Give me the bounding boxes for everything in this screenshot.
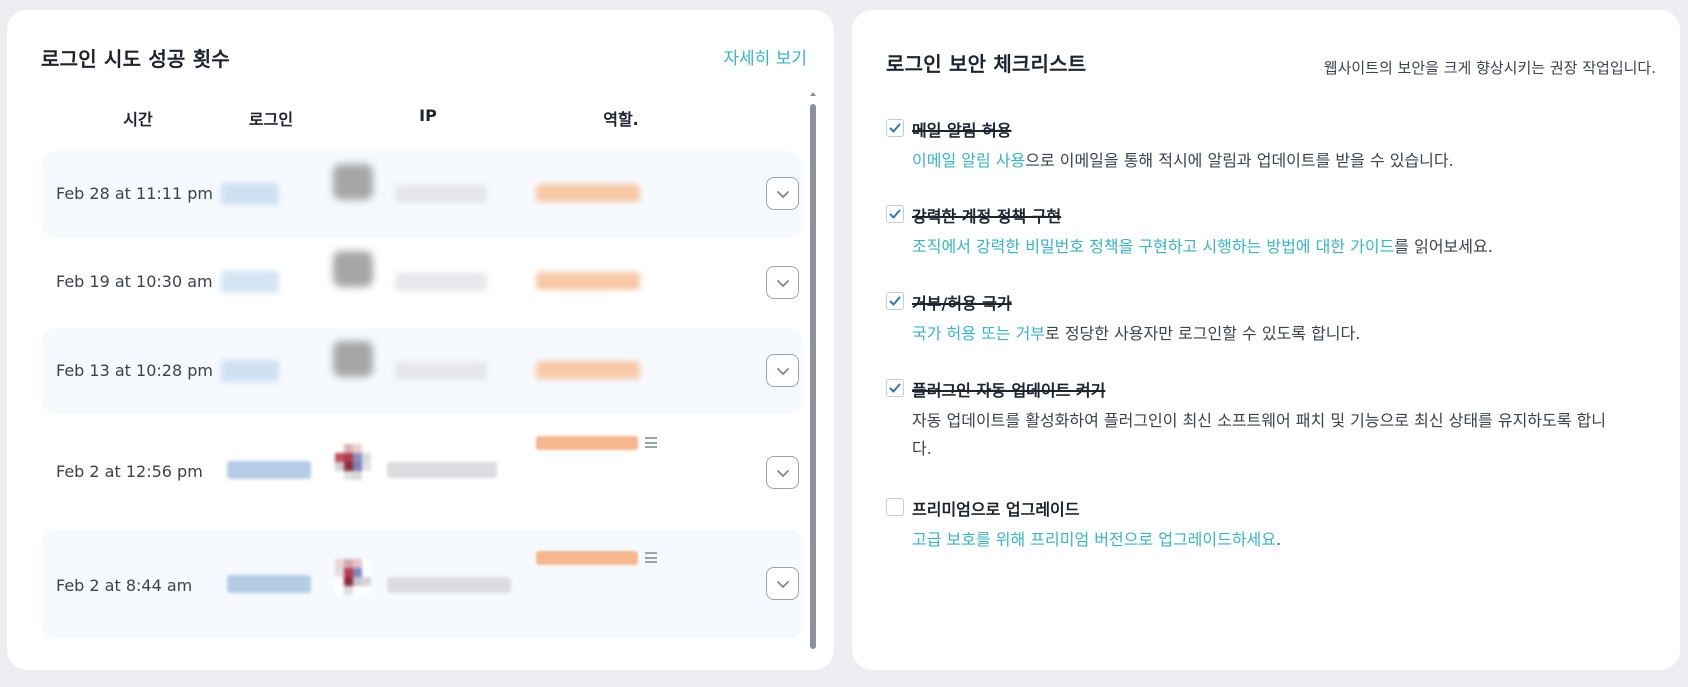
- checklist-item-description: 국가 허용 또는 거부로 정당한 사용자만 로그인할 수 있도록 합니다.: [912, 320, 1632, 348]
- expand-row-button[interactable]: [766, 354, 799, 387]
- scrollbar-thumb[interactable]: [810, 104, 816, 649]
- checklist-item-link[interactable]: 국가 허용 또는 거부: [912, 324, 1045, 343]
- row-time: Feb 2 at 12:56 pm: [56, 462, 203, 481]
- avatar: [335, 559, 371, 595]
- checklist-item-description: 고급 보호를 위해 프리미엄 버전으로 업그레이드하세요.: [912, 526, 1632, 554]
- expand-row-button[interactable]: [766, 456, 799, 489]
- chevron-down-icon: [776, 367, 789, 375]
- checklist-checkbox[interactable]: [886, 379, 904, 397]
- checkmark-icon: [889, 383, 901, 393]
- login-redacted: [221, 271, 279, 293]
- checklist-item-link[interactable]: 이메일 알림 사용: [912, 151, 1025, 170]
- row-time: Feb 2 at 8:44 am: [56, 576, 193, 595]
- checklist-item-text: 으로 이메일을 통해 적시에 알림과 업데이트를 받을 수 있습니다.: [1025, 151, 1454, 170]
- checklist-item-text: 자동 업데이트를 활성화하여 플러그인이 최신 소프트웨어 패치 및 기능으로 …: [912, 411, 1606, 458]
- avatar: [333, 164, 373, 200]
- expand-row-button[interactable]: [766, 177, 799, 210]
- role-redacted: [536, 436, 638, 450]
- ip-redacted: [395, 185, 487, 203]
- row-time: Feb 13 at 10:28 pm: [56, 361, 213, 380]
- role-redacted: [536, 551, 638, 565]
- table-row[interactable]: Feb 28 at 11:11 pm: [41, 151, 804, 238]
- checklist-item-text: 를 읽어보세요.: [1394, 237, 1493, 256]
- login-redacted: [221, 183, 279, 205]
- chevron-down-icon: [776, 279, 789, 287]
- ip-redacted: [395, 362, 487, 380]
- security-checklist-card: 로그인 보안 체크리스트 웹사이트의 보안을 크게 향상시키는 권장 작업입니다…: [852, 10, 1680, 670]
- avatar: [335, 444, 371, 480]
- checkmark-icon: [889, 209, 901, 219]
- checklist-checkbox[interactable]: [886, 205, 904, 223]
- table-row[interactable]: Feb 2 at 12:56 pm: [41, 414, 804, 529]
- role-redacted: [536, 272, 640, 290]
- login-attempts-table: Feb 28 at 11:11 pm Feb 19 at 10:30 am Fe…: [41, 151, 804, 670]
- ip-redacted: [395, 273, 487, 291]
- scroll-up-arrow-icon[interactable]: [810, 92, 816, 96]
- checklist-item-link[interactable]: 고급 보호를 위해 프리미엄 버전으로 업그레이드하세요: [912, 530, 1276, 549]
- table-row[interactable]: Feb 19 at 10:30 am: [41, 238, 804, 328]
- checklist-item-title: 플러그인 자동 업데이트 켜기: [912, 381, 1106, 400]
- checklist-checkbox[interactable]: [886, 119, 904, 137]
- checklist-item-description: 이메일 알림 사용으로 이메일을 통해 적시에 알림과 업데이트를 받을 수 있…: [912, 147, 1632, 175]
- menu-lines-icon: [645, 437, 657, 448]
- checklist-checkbox[interactable]: [886, 292, 904, 310]
- table-scrollbar[interactable]: [809, 92, 817, 652]
- chevron-down-icon: [776, 190, 789, 198]
- checklist-item-description: 조직에서 강력한 비밀번호 정책을 구현하고 시행하는 방법에 대한 가이드를 …: [912, 233, 1632, 261]
- column-header-time: 시간: [123, 110, 153, 129]
- checklist-item-title: 프리미엄으로 업그레이드: [912, 500, 1080, 519]
- view-details-link[interactable]: 자세히 보기: [723, 44, 807, 69]
- login-redacted: [227, 461, 311, 479]
- expand-row-button[interactable]: [766, 266, 799, 299]
- checklist-item-title: 강력한 계정 정책 구현: [912, 207, 1062, 226]
- chevron-down-icon: [776, 580, 789, 588]
- checklist-item-title: 메일 알림 허용: [912, 121, 1012, 140]
- login-redacted: [227, 575, 311, 593]
- role-redacted: [536, 361, 640, 379]
- table-row[interactable]: Feb 13 at 10:28 pm: [41, 328, 804, 414]
- checkmark-icon: [889, 123, 901, 133]
- checklist-item-text: 로 정당한 사용자만 로그인할 수 있도록 합니다.: [1045, 324, 1361, 343]
- chevron-down-icon: [776, 469, 789, 477]
- checklist-checkbox[interactable]: [886, 498, 904, 516]
- security-checklist-title: 로그인 보안 체크리스트: [886, 52, 1087, 76]
- avatar: [333, 341, 373, 377]
- column-header-login: 로그인: [248, 110, 294, 129]
- login-attempts-card: 로그인 시도 성공 횟수 자세히 보기 시간 로그인 IP 역할. Feb 28…: [7, 10, 834, 670]
- login-attempts-title: 로그인 시도 성공 횟수: [41, 47, 230, 71]
- role-redacted: [536, 184, 640, 202]
- avatar: [333, 251, 373, 287]
- column-header-role: 역할.: [603, 110, 639, 129]
- ip-redacted: [387, 577, 511, 593]
- security-checklist-description: 웹사이트의 보안을 크게 향상시키는 권장 작업입니다.: [1323, 59, 1656, 77]
- table-row[interactable]: Feb 2 at 8:44 am: [41, 529, 804, 639]
- table-header: 시간 로그인 IP 역할.: [41, 106, 801, 136]
- checklist-item-text: .: [1276, 530, 1282, 549]
- checklist-item-link[interactable]: 조직에서 강력한 비밀번호 정책을 구현하고 시행하는 방법에 대한 가이드: [912, 237, 1394, 256]
- ip-redacted: [387, 462, 497, 478]
- checkmark-icon: [889, 296, 901, 306]
- expand-row-button[interactable]: [766, 567, 799, 600]
- checklist-item-title: 거부/허용 국가: [912, 294, 1012, 313]
- login-redacted: [221, 360, 279, 382]
- checklist-item-description: 자동 업데이트를 활성화하여 플러그인이 최신 소프트웨어 패치 및 기능으로 …: [912, 407, 1617, 463]
- menu-lines-icon: [645, 552, 657, 563]
- row-time: Feb 28 at 11:11 pm: [56, 184, 213, 203]
- column-header-ip: IP: [419, 106, 437, 125]
- row-time: Feb 19 at 10:30 am: [56, 272, 213, 291]
